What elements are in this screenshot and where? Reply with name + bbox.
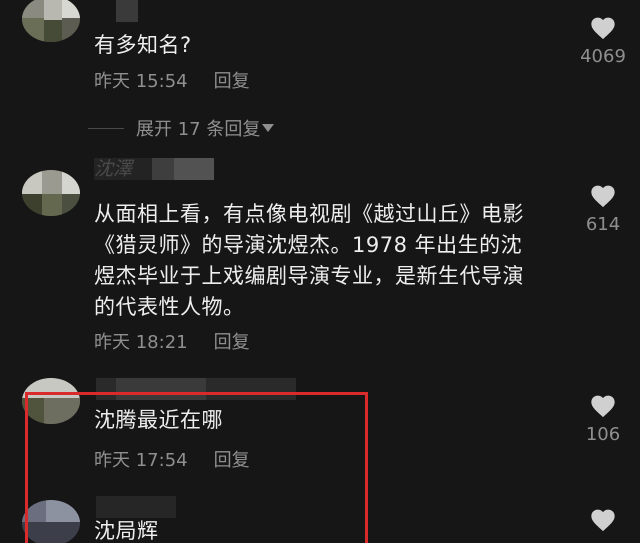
reply-button[interactable]: 回复 xyxy=(214,332,250,353)
like-button[interactable]: 106 xyxy=(563,392,640,445)
comment-text: 从面相上看，有点像电视剧《越过山丘》电影 《猎灵师》的导演沈煜杰。1978 年出… xyxy=(94,202,524,319)
highlight-box xyxy=(25,392,368,543)
heart-icon xyxy=(591,509,615,532)
like-button[interactable]: 4069 xyxy=(563,14,640,67)
reply-button[interactable]: 回复 xyxy=(214,71,250,92)
comment-meta: 昨天 18:21 回复 xyxy=(94,332,250,354)
like-count: 614 xyxy=(585,214,621,235)
divider xyxy=(88,127,124,129)
avatar[interactable] xyxy=(22,0,80,42)
triangle-down-icon xyxy=(262,124,275,132)
username-blurred[interactable]: 沈澤 xyxy=(94,158,214,180)
like-button[interactable]: 614 xyxy=(563,182,640,235)
heart-icon xyxy=(591,395,615,418)
comment-meta: 昨天 15:54 回复 xyxy=(94,71,250,93)
expand-replies-button[interactable]: 展开 17 条回复 xyxy=(88,116,275,140)
comment-time: 昨天 18:21 xyxy=(94,332,188,353)
like-count: 4069 xyxy=(580,46,626,67)
username: 沈澤 xyxy=(94,158,133,180)
comment-time: 昨天 15:54 xyxy=(94,71,188,92)
username-blurred[interactable] xyxy=(116,0,138,22)
like-button[interactable] xyxy=(563,506,640,538)
like-count: 106 xyxy=(585,424,621,445)
heart-icon xyxy=(591,17,615,40)
avatar[interactable] xyxy=(22,170,80,216)
expand-replies-label: 展开 17 条回复 xyxy=(136,119,261,140)
comment-text: 有多知名? xyxy=(94,33,192,57)
heart-icon xyxy=(591,185,615,208)
comment-list: 有多知名? 昨天 15:54 回复 4069 展开 17 条回复 沈澤 从面相上看… xyxy=(0,0,640,543)
